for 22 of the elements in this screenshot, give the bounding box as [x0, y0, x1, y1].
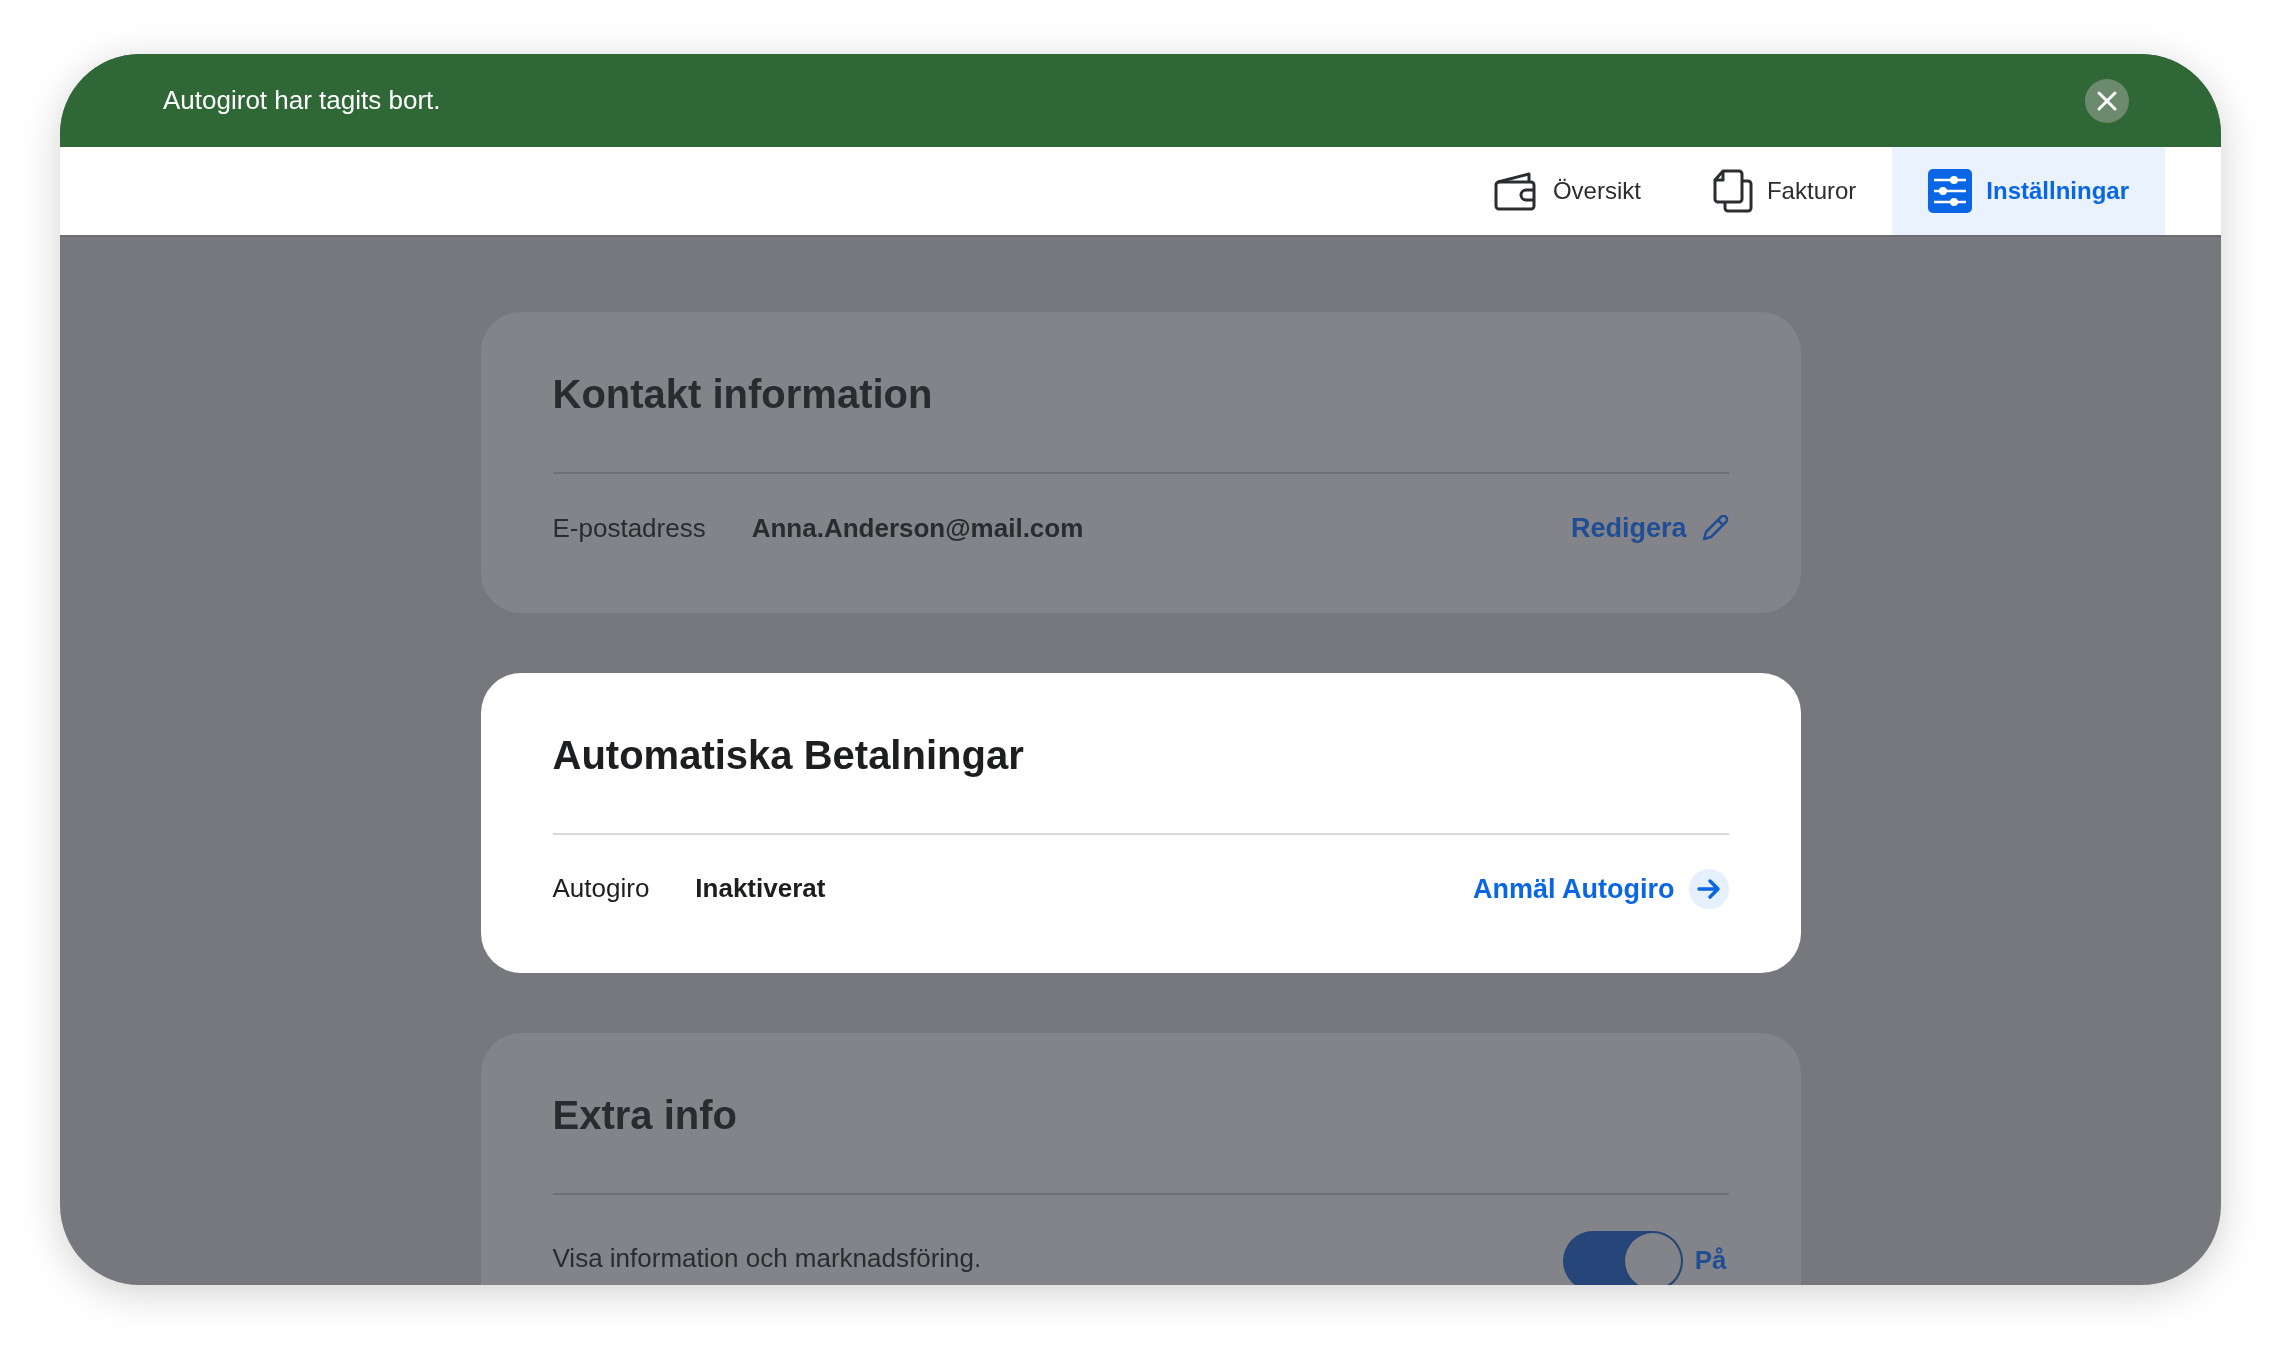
setting-label: Visa information och marknadsföring.: [552, 1243, 982, 1273]
arrow-right-icon[interactable]: [1688, 868, 1729, 909]
field-value: Inaktiverat: [695, 872, 826, 906]
field-label: E-postadress: [552, 511, 706, 545]
card-title: Extra info: [552, 1085, 1729, 1195]
close-icon: [2096, 89, 2118, 112]
field-label: Autogiro: [552, 872, 650, 906]
card-title: Automatiska Betalningar: [552, 724, 1729, 835]
nav-tab[interactable]: Inställningar: [1892, 147, 2165, 235]
field-value: Anna.Anderson@mail.com: [751, 511, 1084, 545]
action-link[interactable]: Anmäl Autogiro: [1473, 868, 1675, 909]
close-button[interactable]: [2085, 78, 2129, 123]
banner-message: Autogirot har tagits bort.: [163, 84, 441, 117]
sliders-icon: [1928, 169, 1973, 213]
nav-tab[interactable]: Översikt: [1456, 147, 1677, 235]
nav-tab[interactable]: Fakturor: [1676, 147, 1893, 235]
card-title: Kontakt information: [552, 364, 1729, 474]
documents-icon: [1712, 169, 1753, 213]
toggle-state-label: På: [1694, 1245, 1727, 1275]
pencil-icon: [1700, 514, 1729, 543]
toggle-switch[interactable]: [1562, 1231, 1683, 1285]
wallet-icon: [1492, 170, 1539, 212]
